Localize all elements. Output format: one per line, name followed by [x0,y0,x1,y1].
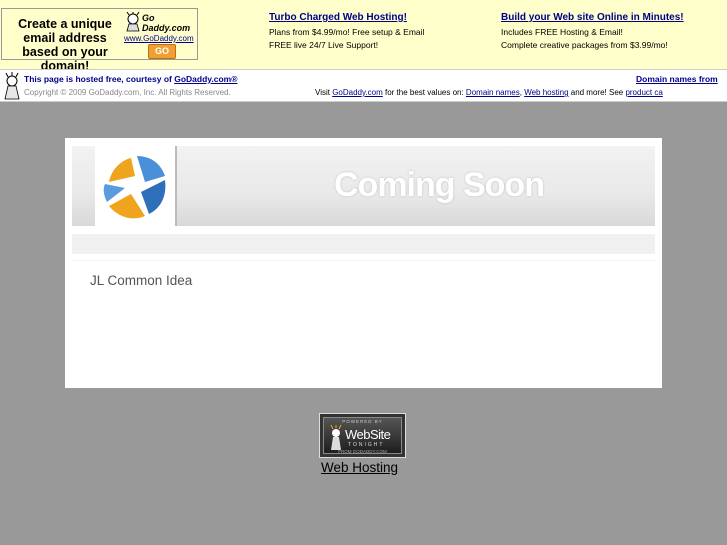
godaddy-mascot-icon [330,425,342,450]
promo-website-builder-link[interactable]: Build your Web site Online in Minutes! [501,11,684,25]
hosted-free-notice: This page is hosted free, courtesy of Go… [24,74,238,84]
ad-banner: Create a unique email address based on y… [0,0,727,73]
web-hosting-link[interactable]: Web Hosting [321,460,398,475]
godaddy-mascot-icon [126,12,140,32]
promo-hosting-line2: FREE live 24/7 Live Support! [269,40,379,50]
web-hosting-top-link[interactable]: Web hosting [524,88,568,97]
go-button[interactable]: GO [148,44,176,59]
promo-website-builder: Build your Web site Online in Minutes! I… [501,11,684,53]
badge-powered-by: POWERED BY [342,419,383,424]
email-ad[interactable]: Create a unique email address based on y… [1,8,198,73]
godaddy-logo-text: Go Daddy.com [142,13,191,33]
visit-godaddy-text: Visit GoDaddy.com for the best values on… [315,88,663,97]
card-content: JL Common Idea [72,260,655,381]
coming-soon-heading: Coming Soon [334,166,545,204]
coming-soon-card: Coming Soon JL Common Idea [65,138,662,388]
badge-from-text: FROM GODADDY.COM [338,449,387,454]
copyright-text: Copyright © 2009 GoDaddy.com, Inc. All R… [24,88,231,97]
promo-hosting-link[interactable]: Turbo Charged Web Hosting! [269,11,424,25]
godaddy-mascot-icon [4,72,20,100]
domain-names-link[interactable]: Domain names [466,88,520,97]
email-ad-text: Create a unique email address based on y… [18,17,112,73]
hosting-bar: This page is hosted free, courtesy of Go… [0,69,727,102]
godaddy-logo[interactable]: Go Daddy.com www.GoDaddy.com GO [124,12,196,59]
badge-inner: POWERED BY WebSite TONIGHT FROM GODADDY.… [323,417,402,454]
godaddy-link[interactable]: GoDaddy.com® [174,74,237,84]
globe-logo-icon [103,156,166,219]
promo-website-builder-line2: Complete creative packages from $3.99/mo… [501,40,668,50]
badge-website-text: WebSite [345,427,391,442]
promo-website-builder-line1: Includes FREE Hosting & Email! [501,26,623,37]
site-logo [95,146,177,226]
promo-hosting-line1: Plans from $4.99/mo! Free setup & Email [269,26,425,37]
card-header: Coming Soon [72,146,655,226]
website-tonight-badge[interactable]: POWERED BY WebSite TONIGHT FROM GODADDY.… [319,413,406,458]
badge-tonight-text: TONIGHT [348,442,385,448]
product-catalog-link[interactable]: product ca [625,88,662,97]
promo-hosting: Turbo Charged Web Hosting! Plans from $4… [269,11,424,53]
visit-godaddy-link[interactable]: GoDaddy.com [332,88,383,97]
godaddy-url-link[interactable]: www.GoDaddy.com [124,34,194,43]
domain-names-from-link[interactable]: Domain names from [636,74,718,84]
company-name: JL Common Idea [90,273,193,288]
card-subheader [72,234,655,254]
